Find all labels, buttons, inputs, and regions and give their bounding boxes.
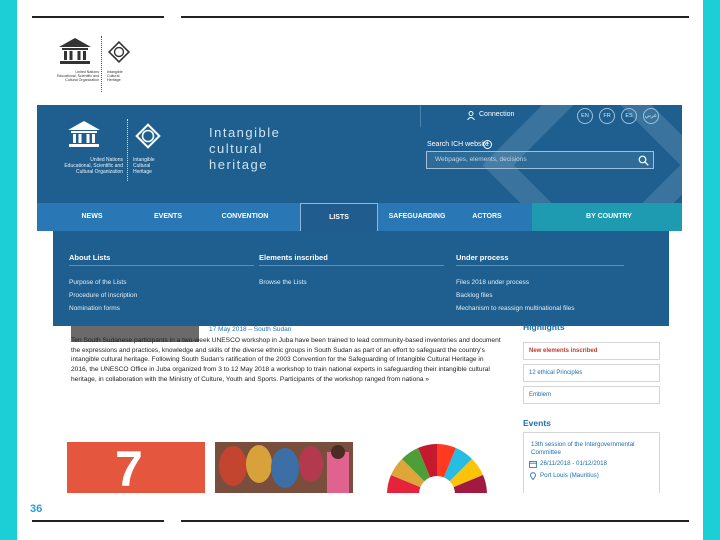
connection-link[interactable]: Connection — [479, 111, 514, 118]
ich-text: Intangible Cultural Heritage — [107, 70, 123, 83]
un-text: United Nations Educational, Scientific an… — [56, 70, 99, 83]
sdg-wheel-icon — [387, 444, 487, 493]
bottom-left-rule — [32, 520, 164, 522]
search-icon[interactable] — [638, 155, 649, 166]
event-title[interactable]: 13th session of the Intergovernmental Co… — [531, 441, 655, 457]
search-input[interactable]: Webpages, elements, decisions — [426, 151, 654, 169]
search-label: Search ICH website — [427, 141, 489, 148]
mega-link[interactable]: Purpose of the Lists — [69, 279, 126, 286]
info-icon[interactable]: i — [483, 140, 492, 149]
nav-actors[interactable]: ACTORS — [462, 203, 512, 231]
tile-sdg-wheel[interactable] — [368, 442, 506, 493]
mega-heading-elements-inscribed: Elements inscribed — [259, 253, 328, 262]
ich-emblem-icon — [135, 123, 161, 149]
mega-link[interactable]: Nomination forms — [69, 305, 120, 312]
highlight-item[interactable]: New elements inscribed — [523, 342, 660, 360]
tile-masks-photo[interactable] — [215, 442, 353, 493]
unesco-ich-logo: United Nations Educational, Scientific an… — [49, 36, 149, 94]
lang-en-button[interactable]: EN — [577, 108, 593, 124]
unesco-temple-icon — [68, 121, 100, 147]
masks-image-icon — [215, 442, 353, 493]
slide: United Nations Educational, Scientific an… — [17, 0, 703, 540]
nav-convention[interactable]: CONVENTION — [211, 203, 279, 231]
top-left-rule — [32, 16, 164, 18]
nav-news[interactable]: NEWS — [67, 203, 117, 231]
top-right-rule — [181, 16, 689, 18]
site-title: Intangible cultural heritage — [209, 125, 281, 172]
ich-emblem-icon — [107, 40, 131, 64]
highlight-item[interactable]: 12 ethical Principles — [523, 364, 660, 382]
lists-mega-menu: About Lists Purpose of the Lists Procedu… — [53, 231, 669, 326]
unesco-temple-icon — [59, 38, 91, 64]
nav-by-country[interactable]: BY COUNTRY — [532, 203, 682, 231]
nav-events[interactable]: EVENTS — [141, 203, 195, 231]
slide-number: 36 — [30, 503, 43, 515]
tile-seven-number: 7 — [115, 442, 143, 493]
mega-link[interactable]: Browse the Lists — [259, 279, 307, 286]
events-title: Events — [523, 418, 551, 428]
article-body[interactable]: Ten South Sudanese participants in a two… — [71, 336, 501, 385]
nav-safeguarding[interactable]: SAFEGUARDING — [382, 203, 452, 231]
lang-es-button[interactable]: ES — [621, 108, 637, 124]
location-pin-icon — [530, 472, 536, 480]
highlights-title: Highlights — [523, 322, 565, 332]
highlight-item[interactable]: Emblem — [523, 386, 660, 404]
user-bar: Connection — [420, 105, 580, 127]
sidebar: Highlights New elements inscribed 12 eth… — [523, 320, 660, 493]
user-icon — [467, 111, 475, 120]
mega-link[interactable]: Procedure of inscription — [69, 292, 137, 299]
site-header: United Nations Educational, Scientific an… — [37, 105, 682, 203]
calendar-icon — [529, 461, 537, 468]
ich-text: Intangible Cultural Heritage — [133, 157, 155, 175]
event-card[interactable]: 13th session of the Intergovernmental Co… — [523, 432, 660, 493]
header-logo[interactable]: United Nations Educational, Scientific an… — [55, 115, 195, 191]
bottom-right-rule — [181, 520, 689, 522]
lang-ar-button[interactable]: عربي — [643, 108, 659, 124]
mega-heading-about-lists: About Lists — [69, 253, 111, 262]
mega-heading-under-process: Under process — [456, 253, 509, 262]
event-place: Port Louis (Mauritius) — [540, 472, 599, 479]
event-dates: 26/11/2018 - 01/12/2018 — [540, 460, 607, 467]
tile-seven[interactable]: 7 — [67, 442, 205, 493]
nav-lists[interactable]: LISTS — [300, 203, 378, 231]
main-nav: NEWS EVENTS CONVENTION LISTS SAFEGUARDIN… — [37, 203, 682, 231]
un-text: United Nations Educational, Scientific an… — [64, 157, 123, 175]
mega-link[interactable]: Files 2018 under process — [456, 279, 529, 286]
article-date: 17 May 2018 – South Sudan — [209, 326, 292, 333]
mega-link[interactable]: Mechanism to reassign multinational file… — [456, 305, 575, 312]
lang-fr-button[interactable]: FR — [599, 108, 615, 124]
website-screenshot: United Nations Educational, Scientific an… — [37, 105, 682, 493]
mega-link[interactable]: Backlog files — [456, 292, 493, 299]
news-article: 17 May 2018 – South Sudan Ten South Suda… — [37, 326, 517, 436]
search-placeholder: Webpages, elements, decisions — [435, 156, 527, 163]
